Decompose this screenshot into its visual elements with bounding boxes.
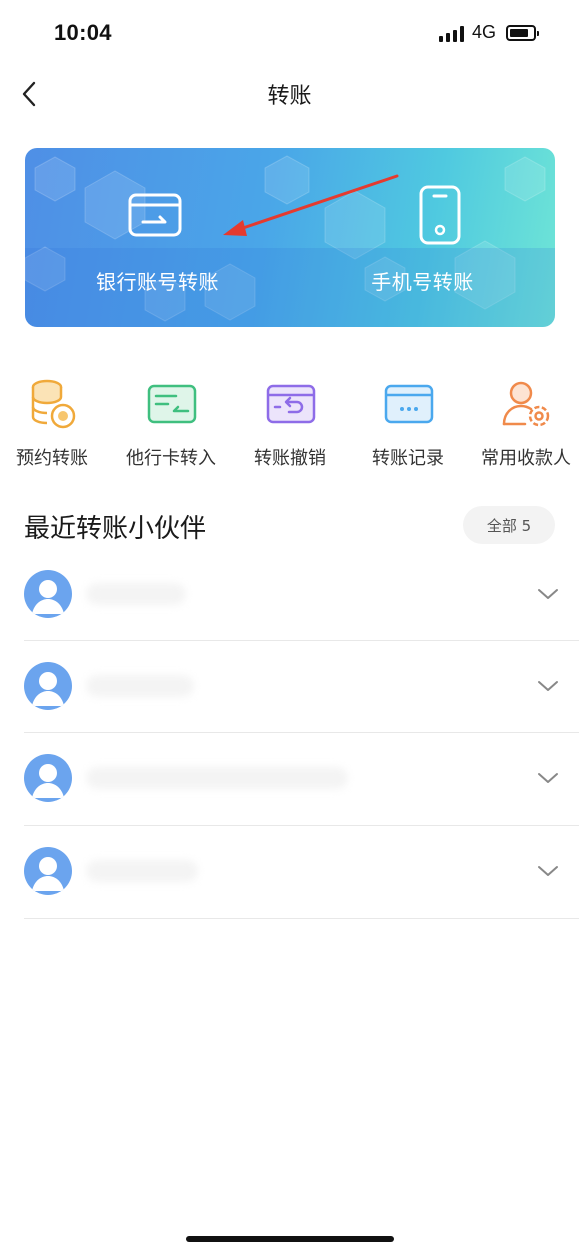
avatar [24,754,72,802]
chevron-down-icon[interactable] [537,587,559,601]
user-silhouette-icon [32,672,64,706]
avatar [24,570,72,618]
avatar [24,847,72,895]
card-record-icon [384,384,434,424]
scheduled-transfer-button[interactable]: 预约转账 [0,378,110,478]
battery-icon [506,25,539,41]
bank-account-transfer-label: 银行账号转账 [96,270,219,294]
mobile-phone-icon [419,185,461,245]
contact-row[interactable] [0,825,579,917]
transfer-cancel-label: 转账撤销 [254,448,326,469]
contact-row[interactable] [0,640,579,732]
page-title: 转账 [267,84,312,109]
transfer-record-label: 转账记录 [372,448,444,469]
view-all-label: 全部 5 [486,517,532,535]
contact-name-redacted [86,675,194,697]
frequent-payee-label: 常用收款人 [481,448,571,469]
other-bank-transfer-in-button[interactable]: 他行卡转入 [113,378,229,478]
recent-partners-title: 最近转账小伙伴 [24,514,207,544]
network-type: 4G [472,22,497,42]
transfer-banner: 银行账号转账 手机号转账 [25,148,555,327]
user-silhouette-icon [32,580,64,614]
avatar [24,662,72,710]
chevron-down-icon[interactable] [537,864,559,878]
transfer-cancel-button[interactable]: 转账撤销 [232,378,348,478]
bank-card-icon [128,193,182,237]
phone-number-transfer-label: 手机号转账 [371,270,474,294]
transfer-record-button[interactable]: 转账记录 [350,378,466,478]
status-bar: 10:04 4G [0,0,579,66]
view-all-button[interactable]: 全部 5 [463,506,555,544]
other-bank-transfer-in-label: 他行卡转入 [126,448,216,469]
contact-row[interactable] [0,732,579,824]
divider [24,918,579,919]
home-indicator [186,1236,394,1242]
frequent-payee-button[interactable]: 常用收款人 [468,378,579,478]
status-time: 10:04 [54,20,112,45]
phone-number-transfer-button[interactable]: 手机号转账 [290,148,555,327]
contact-name-redacted [86,583,186,605]
user-silhouette-icon [32,857,64,891]
bank-account-transfer-button[interactable]: 银行账号转账 [25,148,290,327]
chevron-down-icon[interactable] [537,679,559,693]
contact-row[interactable] [0,548,579,640]
card-transfer-in-icon [147,384,197,424]
user-silhouette-icon [32,764,64,798]
scheduled-transfer-label: 预约转账 [16,448,88,469]
quick-actions: 预约转账 他行卡转入 转账撤销 转账记录 常用收款人 [0,378,579,478]
contact-name-redacted [86,860,198,882]
chevron-down-icon[interactable] [537,771,559,785]
payee-gear-icon [502,381,550,427]
coin-stack-icon [31,379,76,429]
signal-strength-icon [439,26,467,42]
contact-name-redacted [86,767,348,789]
card-undo-icon [266,384,316,424]
nav-bar: 转账 [0,66,579,122]
